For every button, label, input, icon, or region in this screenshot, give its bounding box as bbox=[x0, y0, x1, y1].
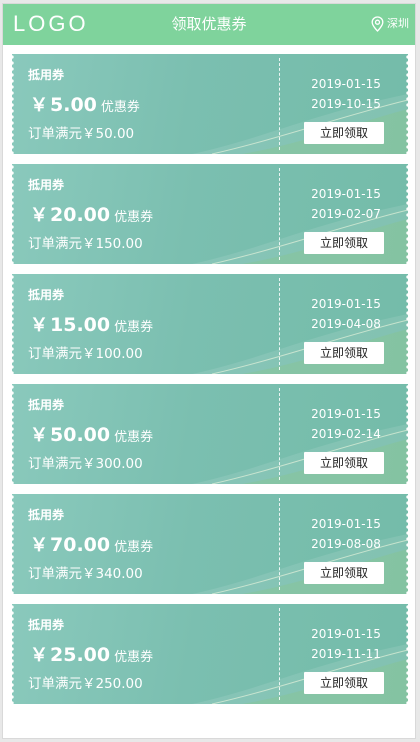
city-label: 深圳 bbox=[387, 17, 409, 30]
currency-symbol: ￥ bbox=[30, 535, 48, 556]
coupon-end-date: 2019-11-11 bbox=[311, 647, 381, 661]
coupon-amount: ￥ 20.00 优惠券 bbox=[30, 202, 153, 231]
amount-value: 25.00 bbox=[50, 644, 111, 666]
amount-value: 20.00 bbox=[50, 204, 111, 226]
coupon-condition: 订单满元￥150.00 bbox=[28, 236, 143, 252]
amount-value: 70.00 bbox=[50, 534, 111, 556]
coupon-end-date: 2019-02-14 bbox=[311, 427, 381, 441]
coupon-type: 抵用券 bbox=[28, 618, 65, 632]
coupon-amount: ￥ 70.00 优惠券 bbox=[30, 532, 153, 561]
coupon-divider bbox=[279, 608, 280, 700]
amount-unit: 优惠券 bbox=[100, 100, 140, 115]
coupon-condition: 订单满元￥340.00 bbox=[28, 566, 143, 582]
coupon-amount: ￥ 15.00 优惠券 bbox=[30, 312, 153, 341]
coupon-divider bbox=[279, 58, 280, 150]
amount-unit: 优惠券 bbox=[114, 320, 154, 335]
coupon-end-date: 2019-10-15 bbox=[311, 97, 381, 111]
coupon-condition: 订单满元￥50.00 bbox=[28, 126, 135, 142]
city-selector[interactable]: 深圳 bbox=[371, 15, 409, 33]
coupon-start-date: 2019-01-15 bbox=[311, 77, 381, 91]
amount-value: 15.00 bbox=[50, 314, 111, 336]
coupon-divider bbox=[279, 168, 280, 260]
amount-unit: 优惠券 bbox=[114, 650, 154, 665]
coupon-end-date: 2019-08-08 bbox=[311, 537, 381, 551]
coupon-card: 抵用券 ￥ 15.00 优惠券 订单满元￥100.00 2019-01-15 201… bbox=[12, 274, 408, 374]
amount-value: 50.00 bbox=[50, 424, 111, 446]
currency-symbol: ￥ bbox=[30, 315, 48, 336]
claim-button[interactable]: 立即领取 bbox=[304, 122, 384, 144]
coupon-card: 抵用券 ￥ 25.00 优惠券 订单满元￥250.00 2019-01-15 201… bbox=[12, 604, 408, 704]
coupon-card: 抵用券 ￥ 70.00 优惠券 订单满元￥340.00 2019-01-15 201… bbox=[12, 494, 408, 594]
amount-unit: 优惠券 bbox=[114, 210, 154, 225]
location-pin-icon bbox=[371, 16, 384, 32]
coupon-type: 抵用券 bbox=[28, 288, 65, 302]
coupon-type: 抵用券 bbox=[28, 508, 65, 522]
coupon-condition: 订单满元￥300.00 bbox=[28, 456, 143, 472]
header-bar: LOGO 领取优惠券 深圳 bbox=[3, 4, 415, 45]
coupon-start-date: 2019-01-15 bbox=[311, 297, 381, 311]
claim-button[interactable]: 立即领取 bbox=[304, 232, 384, 254]
coupon-start-date: 2019-01-15 bbox=[311, 627, 381, 641]
coupon-amount: ￥ 50.00 优惠券 bbox=[30, 422, 153, 451]
claim-button[interactable]: 立即领取 bbox=[304, 452, 384, 474]
claim-button[interactable]: 立即领取 bbox=[304, 672, 384, 694]
amount-unit: 优惠券 bbox=[114, 540, 154, 555]
coupon-start-date: 2019-01-15 bbox=[311, 187, 381, 201]
coupon-type: 抵用券 bbox=[28, 68, 65, 82]
coupon-card: 抵用券 ￥ 50.00 优惠券 订单满元￥300.00 2019-01-15 201… bbox=[12, 384, 408, 484]
app-frame: LOGO 领取优惠券 深圳 抵用券 ￥ 5.00 优惠券 订单满元￥50.00 20… bbox=[2, 3, 416, 739]
coupon-amount: ￥ 5.00 优惠券 bbox=[30, 92, 140, 121]
coupon-type: 抵用券 bbox=[28, 178, 65, 192]
coupon-condition: 订单满元￥250.00 bbox=[28, 676, 143, 692]
amount-value: 5.00 bbox=[50, 94, 97, 116]
coupon-amount: ￥ 25.00 优惠券 bbox=[30, 642, 153, 671]
coupon-divider bbox=[279, 388, 280, 480]
coupon-divider bbox=[279, 498, 280, 590]
coupon-start-date: 2019-01-15 bbox=[311, 517, 381, 531]
coupon-divider bbox=[279, 278, 280, 370]
coupon-start-date: 2019-01-15 bbox=[311, 407, 381, 421]
coupon-card: 抵用券 ￥ 20.00 优惠券 订单满元￥150.00 2019-01-15 201… bbox=[12, 164, 408, 264]
coupon-end-date: 2019-04-08 bbox=[311, 317, 381, 331]
amount-unit: 优惠券 bbox=[114, 430, 154, 445]
claim-button[interactable]: 立即领取 bbox=[304, 562, 384, 584]
coupon-end-date: 2019-02-07 bbox=[311, 207, 381, 221]
currency-symbol: ￥ bbox=[30, 645, 48, 666]
coupon-list: 抵用券 ￥ 5.00 优惠券 订单满元￥50.00 2019-01-15 2019-… bbox=[12, 54, 408, 714]
coupon-card: 抵用券 ￥ 5.00 优惠券 订单满元￥50.00 2019-01-15 2019-… bbox=[12, 54, 408, 154]
currency-symbol: ￥ bbox=[30, 425, 48, 446]
currency-symbol: ￥ bbox=[30, 95, 48, 116]
coupon-type: 抵用券 bbox=[28, 398, 65, 412]
currency-symbol: ￥ bbox=[30, 205, 48, 226]
page-title: 领取优惠券 bbox=[171, 15, 247, 33]
coupon-condition: 订单满元￥100.00 bbox=[28, 346, 143, 362]
claim-button[interactable]: 立即领取 bbox=[304, 342, 384, 364]
